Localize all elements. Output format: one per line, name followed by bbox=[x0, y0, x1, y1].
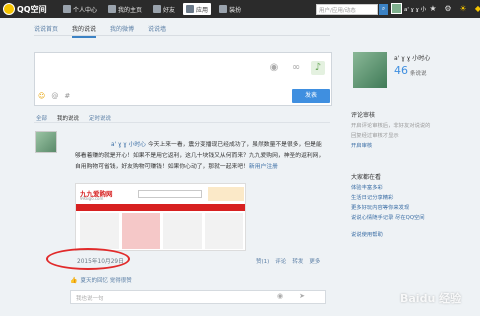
sun-icon[interactable]: ☀ bbox=[458, 4, 468, 14]
send-icon[interactable]: ➤ bbox=[299, 292, 305, 300]
more-button[interactable]: 更多 bbox=[309, 257, 320, 265]
star-icon[interactable]: ★ bbox=[428, 4, 438, 14]
avatar[interactable] bbox=[391, 3, 402, 14]
nav-decorate[interactable]: 装扮 bbox=[216, 3, 244, 15]
link-icon[interactable]: ∞ bbox=[289, 61, 303, 75]
image-sublogo-text: 99aigo.com bbox=[80, 196, 104, 201]
search-input[interactable]: 用户/应用/动态 bbox=[316, 4, 378, 15]
image-searchbar bbox=[138, 190, 202, 198]
camera-icon[interactable]: ◉ bbox=[277, 292, 283, 300]
filter-my-shuoshuo[interactable]: 我的说说 bbox=[57, 114, 79, 122]
composer-textarea[interactable] bbox=[37, 55, 263, 87]
top-icons: ★ ⚙ ☀ ◆ bbox=[428, 4, 480, 14]
emoji-icon[interactable]: ☺ bbox=[38, 92, 45, 100]
camera-icon[interactable]: ◉ bbox=[267, 61, 281, 75]
apps-icon bbox=[186, 5, 195, 13]
review-title: 评论审核 bbox=[351, 112, 376, 119]
settings-icon[interactable]: ⚙ bbox=[443, 4, 453, 14]
qzone-star-icon bbox=[3, 3, 15, 15]
hot-title: 大家都在看 bbox=[351, 174, 382, 181]
nav-label: 个人中心 bbox=[73, 6, 98, 14]
review-text: 开启评论审核后，非好友对说说的 bbox=[351, 123, 431, 129]
diamond-icon[interactable]: ◆ bbox=[473, 4, 480, 14]
likes-line: 👍 夏天的回忆 觉得很赞 bbox=[70, 276, 132, 285]
composer-footer: ☺ @ # bbox=[38, 92, 70, 100]
shirt-icon bbox=[219, 5, 228, 13]
image-block bbox=[121, 213, 160, 249]
post-avatar[interactable] bbox=[35, 131, 57, 153]
nav-label: 应用 bbox=[196, 6, 209, 14]
at-icon[interactable]: @ bbox=[51, 92, 58, 100]
post-author[interactable]: a' ɣ ɣ 小时心 bbox=[111, 142, 146, 148]
thumbs-up-icon: 👍 bbox=[70, 276, 78, 284]
filters-divider bbox=[34, 122, 330, 123]
image-block bbox=[163, 213, 202, 249]
post-body: a' ɣ ɣ 小时心 今天上来一看，震分变播现已经成功了，虽然数量不是很多，但是… bbox=[75, 140, 327, 172]
filter-scheduled[interactable]: 定时说说 bbox=[89, 114, 111, 122]
comment-tools: ◉ ➤ bbox=[277, 292, 305, 300]
help-link[interactable]: 说说使用帮助 bbox=[351, 230, 455, 241]
image-block bbox=[80, 213, 119, 249]
post-actions: 赞(1) 评论 转发 更多 bbox=[256, 257, 320, 265]
shuoshuo-count-label: 条说说 bbox=[410, 71, 427, 77]
nav-personal-center[interactable]: 个人中心 bbox=[60, 3, 100, 15]
hot-item[interactable]: 说说心情随手记录 尽在QQ空间 bbox=[351, 213, 455, 224]
publish-button[interactable]: 发表 bbox=[292, 89, 330, 103]
image-block bbox=[204, 213, 243, 249]
nav-friends[interactable]: 好友 bbox=[150, 3, 178, 15]
comment-button[interactable]: 评论 bbox=[275, 257, 286, 265]
tabs-divider bbox=[34, 35, 330, 36]
shuoshuo-count: 46 bbox=[394, 64, 408, 77]
hot-item[interactable]: 生活日记分享精彩 bbox=[351, 193, 455, 204]
review-enable-link[interactable]: 开启审核 bbox=[351, 141, 455, 152]
nav-my-homepage[interactable]: 我的主页 bbox=[105, 3, 145, 15]
logo-text: QQ空间 bbox=[17, 4, 47, 14]
post-composer: ◉ ∞ ♪ ☺ @ # bbox=[34, 52, 332, 106]
post-image[interactable]: 九九爱购网 99aigo.com bbox=[75, 183, 246, 251]
post-link[interactable]: 新用户注册 bbox=[249, 164, 278, 170]
image-menu-bar bbox=[76, 204, 245, 211]
top-nav: 个人中心 我的主页 好友 应用 装扮 bbox=[60, 3, 244, 15]
hot-item[interactable]: 更多好玩内容等你来发现 bbox=[351, 203, 455, 214]
search-icon[interactable]: ⌕ bbox=[379, 4, 388, 15]
likes-text[interactable]: 夏天的回忆 觉得很赞 bbox=[80, 276, 131, 284]
hot-item[interactable]: 体验丰富多彩 bbox=[351, 183, 455, 194]
nav-apps[interactable]: 应用 bbox=[183, 3, 212, 15]
filter-all[interactable]: 全部 bbox=[36, 114, 47, 122]
nav-label: 装扮 bbox=[229, 6, 242, 14]
profile-avatar[interactable] bbox=[353, 52, 387, 88]
baidu-watermark: Baidu 经验 bbox=[400, 292, 462, 305]
friends-icon bbox=[153, 5, 162, 13]
review-text: 回复经过审核才显示 bbox=[351, 133, 399, 139]
person-icon bbox=[63, 5, 71, 13]
profile-name[interactable]: a' ɣ ɣ 小时心 bbox=[394, 53, 430, 62]
nav-label: 好友 bbox=[163, 6, 176, 14]
like-button[interactable]: 赞(1) bbox=[256, 257, 269, 265]
nav-label: 我的主页 bbox=[118, 6, 143, 14]
music-icon[interactable]: ♪ bbox=[311, 61, 325, 75]
home-icon bbox=[108, 5, 117, 13]
top-navigation-bar: QQ空间 个人中心 我的主页 好友 应用 装扮 用户/应用/动态 ⌕ a' ɣ … bbox=[0, 0, 480, 18]
post-date[interactable]: 2015年10月29日 bbox=[77, 256, 124, 265]
image-content bbox=[80, 213, 243, 249]
qzone-logo[interactable]: QQ空间 bbox=[3, 2, 47, 16]
composer-tools: ◉ ∞ ♪ bbox=[267, 61, 325, 75]
feed-filters: 全部 我的说说 定时说说 bbox=[36, 114, 111, 122]
image-badge bbox=[208, 187, 244, 201]
top-username[interactable]: a' ɣ ɣ 小时心 bbox=[404, 5, 426, 13]
forward-button[interactable]: 转发 bbox=[292, 257, 303, 265]
hashtag-icon[interactable]: # bbox=[64, 92, 70, 100]
